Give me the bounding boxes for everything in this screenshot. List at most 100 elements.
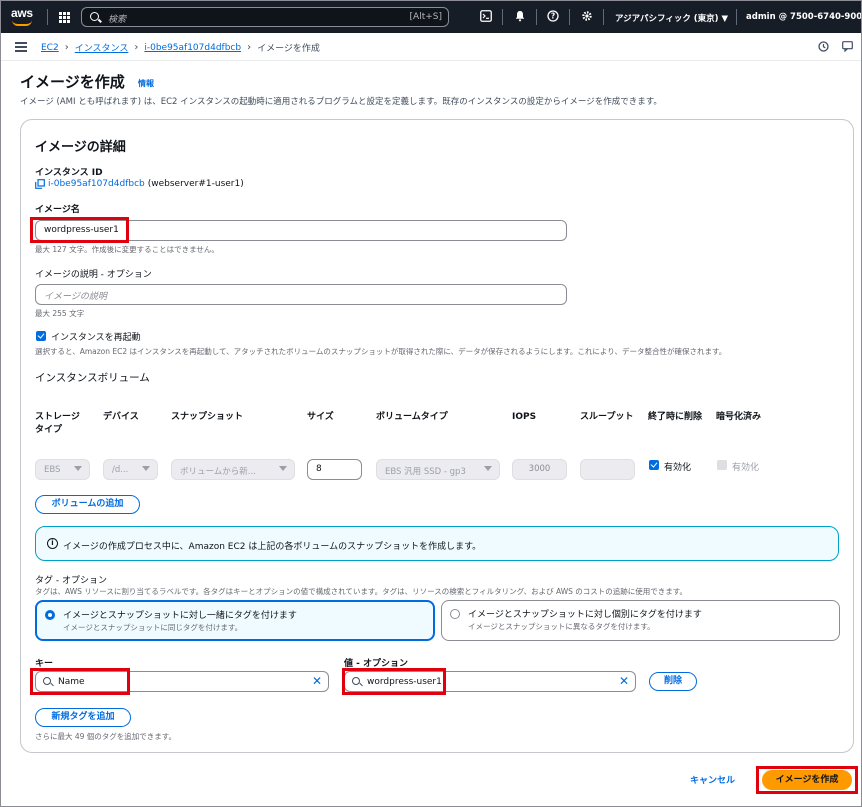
divider (47, 9, 48, 25)
caret-down-icon (74, 466, 82, 471)
account-menu[interactable]: admin @ 7500-6740-9009 ▼ (746, 12, 861, 22)
tag-together-option[interactable]: イメージとスナップショットに対し一緒にタグを付けます イメージとスナップショット… (35, 600, 435, 641)
search-icon (352, 677, 360, 685)
tag-key-value: Name (58, 677, 85, 687)
page-description: イメージ (AMI とも呼ばれます) は、EC2 インスタンスの起動時に適用され… (20, 97, 662, 107)
search-icon (90, 12, 99, 21)
chevron-right-icon: › (134, 42, 139, 53)
reboot-hint: 選択すると、Amazon EC2 はインスタンスを再起動して、アタッチされたボリ… (35, 347, 727, 356)
caret-down-icon (142, 466, 150, 471)
tag-together-title: イメージとスナップショットに対し一緒にタグを付けます (63, 611, 297, 621)
search-icon (43, 677, 51, 685)
cancel-button[interactable]: キャンセル (690, 773, 735, 786)
help-icon[interactable]: ? (546, 10, 560, 24)
reboot-label: インスタンスを再起動 (51, 333, 141, 343)
radio-selected (45, 610, 55, 620)
col-size: サイズ (307, 412, 334, 422)
reboot-checkbox[interactable] (36, 331, 46, 341)
col-device: デバイス (103, 412, 139, 422)
tag-separately-option[interactable]: イメージとスナップショットに対し個別にタグを付けます イメージとスナップショット… (441, 600, 840, 641)
tag-key-input[interactable]: Name ✕ (35, 671, 329, 692)
delete-on-termination-checkbox[interactable] (649, 460, 659, 470)
remove-tag-button[interactable]: 削除 (649, 672, 697, 691)
col-iops: IOPS (512, 412, 537, 422)
aws-smile-icon (12, 20, 32, 26)
services-grid-icon[interactable] (59, 12, 70, 23)
image-name-label: イメージ名 (35, 205, 80, 215)
search-shortcut: [Alt+S] (409, 12, 442, 22)
cloudshell-icon[interactable] (479, 10, 493, 24)
radio-unselected (450, 609, 460, 619)
description-label-text: イメージの説明 - オプション (35, 270, 152, 280)
instance-id-label: インスタンス ID (35, 168, 103, 178)
tag-separately-title: イメージとスナップショットに対し個別にタグを付けます (468, 610, 702, 620)
copy-icon[interactable] (35, 179, 45, 189)
menu-hamburger-icon[interactable] (15, 42, 27, 52)
tag-separately-desc: イメージとスナップショットに異なるタグを付けます。 (468, 622, 655, 631)
aws-logo-text: aws (11, 6, 33, 20)
col-encrypted: 暗号化済み (716, 412, 762, 422)
alert-text: イメージの作成プロセス中に、Amazon EC2 は上記の各ボリュームのスナップ… (63, 542, 482, 552)
instance-id-link[interactable]: i-0be95af107d4dfbcb (48, 179, 145, 189)
info-icon: i (47, 538, 58, 549)
snapshot-select: ボリュームから新... (171, 459, 295, 480)
add-volume-button[interactable]: ボリュームの追加 (35, 495, 140, 514)
iops-input: 3000 (512, 459, 567, 480)
create-image-button[interactable]: イメージを作成 (762, 770, 852, 790)
region-selector[interactable]: アジアパシフィック (東京) ▼ (615, 12, 728, 24)
volume-type-value: EBS 汎用 SSD - gp3 (385, 467, 466, 477)
tag-together-desc: イメージとスナップショットに同じタグを付けます。 (63, 623, 243, 632)
breadcrumb-instance-id[interactable]: i-0be95af107d4dfbcb (144, 43, 241, 53)
caret-down-icon (279, 466, 287, 471)
encrypted-checkbox (717, 460, 727, 470)
caret-down-icon (484, 466, 492, 471)
breadcrumb-instances[interactable]: インスタンス (75, 41, 129, 54)
image-name-input[interactable]: wordpress-user1 (35, 220, 567, 241)
divider (736, 9, 737, 25)
snapshot-value: ボリュームから新... (180, 467, 256, 477)
app-window: aws 検索 [Alt+S] ? アジアパシフィック (東京) ▼ admin … (0, 0, 862, 807)
size-input[interactable]: 8 (307, 459, 362, 480)
image-details-container: イメージの詳細 インスタンス ID i-0be95af107d4dfbcb (w… (20, 119, 854, 753)
breadcrumb-bar: EC2 › インスタンス › i-0be95af107d4dfbcb › イメー… (1, 33, 861, 61)
throughput-input (580, 459, 635, 480)
tags-hint: タグは、AWS リソースに割り当てるラベルです。各タグはキーとオプションの値で構… (35, 587, 688, 596)
divider (569, 9, 570, 25)
delete-on-termination-label: 有効化 (664, 463, 692, 473)
info-link[interactable]: 情報 (138, 78, 154, 89)
breadcrumb-current: イメージを作成 (257, 44, 320, 54)
storage-type-value: EBS (44, 465, 61, 475)
image-name-hint: 最大 127 文字。作成後に変更することはできません。 (35, 245, 219, 254)
instance-volumes-title: インスタンスボリューム (35, 372, 150, 384)
feedback-icon[interactable] (841, 41, 853, 53)
breadcrumb: EC2 › インスタンス › i-0be95af107d4dfbcb › イメー… (41, 41, 320, 54)
clock-icon[interactable] (817, 41, 829, 53)
notifications-bell-icon[interactable] (513, 10, 527, 24)
clear-icon[interactable]: ✕ (312, 674, 322, 688)
chevron-right-icon: › (247, 42, 252, 53)
description-hint: 最大 255 文字 (35, 309, 85, 318)
tag-value-input[interactable]: wordpress-user1 ✕ (344, 671, 636, 692)
search-placeholder: 検索 (108, 15, 127, 25)
tag-value-value: wordpress-user1 (367, 677, 442, 687)
global-search-input[interactable]: 検索 [Alt+S] (81, 7, 449, 27)
add-tag-button[interactable]: 新規タグを追加 (35, 708, 131, 727)
col-delete-on-termination: 終了時に削除 (648, 412, 703, 422)
col-throughput: スループット (580, 412, 634, 422)
col-snapshot: スナップショット (171, 412, 244, 422)
volume-type-select: EBS 汎用 SSD - gp3 (376, 459, 500, 480)
device-value: /d... (112, 465, 129, 475)
encrypted-label: 有効化 (732, 463, 760, 473)
snapshot-info-alert: i イメージの作成プロセス中に、Amazon EC2 は上記の各ボリュームのスナ… (35, 526, 839, 561)
settings-gear-icon[interactable] (580, 10, 594, 24)
divider (603, 9, 604, 25)
storage-type-select: EBS (35, 459, 90, 480)
svg-text:?: ? (551, 12, 555, 21)
clear-icon[interactable]: ✕ (619, 674, 629, 688)
description-label: イメージの説明 - オプション (35, 267, 152, 280)
tag-value-label: 値 - オプション (344, 659, 409, 669)
breadcrumb-ec2[interactable]: EC2 (41, 43, 59, 53)
aws-logo[interactable]: aws (10, 6, 38, 28)
image-description-input[interactable]: イメージの説明 (35, 284, 567, 305)
instance-name: (webserver#1-user1) (147, 179, 244, 189)
